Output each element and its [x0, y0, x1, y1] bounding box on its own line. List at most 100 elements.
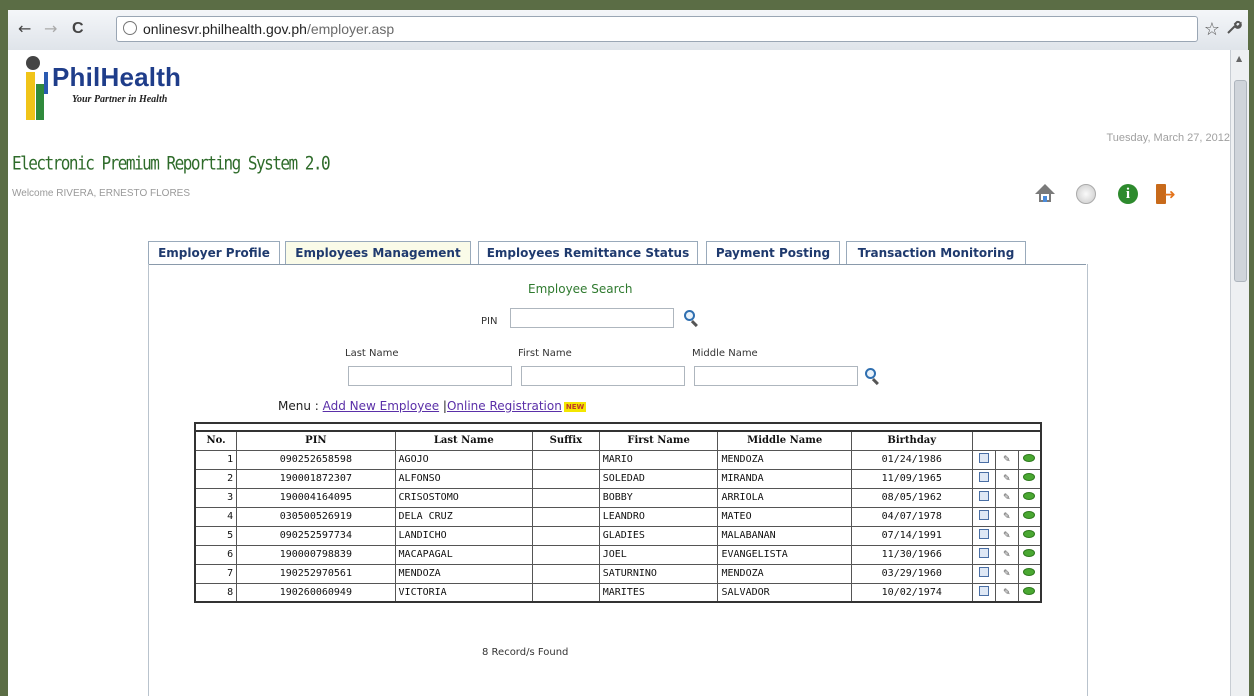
edit-record-icon[interactable] [978, 529, 989, 539]
address-bar[interactable]: onlinesvr.philhealth.gov.ph/employer.asp [116, 16, 1198, 42]
clock-icon[interactable] [1074, 182, 1098, 206]
cell-no: 3 [194, 487, 238, 508]
edit-record-icon[interactable] [978, 510, 989, 520]
view-record-icon[interactable] [1023, 549, 1036, 557]
cell-suffix [532, 563, 600, 584]
view-record-icon[interactable] [1023, 511, 1036, 519]
edit-record-cell[interactable] [971, 487, 996, 508]
cell-no: 7 [194, 563, 238, 584]
pencil-icon[interactable]: ✎ [1003, 510, 1010, 521]
clock-face [1076, 184, 1096, 204]
tab-transaction-monitoring[interactable]: Transaction Monitoring [846, 241, 1026, 264]
view-record-cell[interactable] [1017, 449, 1042, 470]
view-record-cell[interactable] [1017, 525, 1042, 546]
name-search-icon[interactable] [865, 368, 881, 386]
cell-first-name: SATURNINO [598, 563, 719, 584]
edit-record-cell[interactable] [971, 525, 996, 546]
pencil-cell[interactable]: ✎ [994, 449, 1019, 470]
edit-record-cell[interactable] [971, 544, 996, 565]
pencil-icon[interactable]: ✎ [1003, 529, 1010, 540]
edit-record-icon[interactable] [978, 548, 989, 558]
edit-record-cell[interactable] [971, 506, 996, 527]
table-row: 3 190004164095 CRISOSTOMO BOBBY ARRIOLA 08/05… [194, 487, 1042, 508]
pencil-cell[interactable]: ✎ [994, 582, 1019, 603]
view-record-icon[interactable] [1023, 492, 1036, 500]
pin-label: PIN [481, 316, 498, 327]
tab-employees-management[interactable]: Employees Management [285, 241, 471, 264]
cell-pin: 190000798839 [236, 544, 396, 565]
home-roof [1035, 184, 1055, 194]
edit-record-icon[interactable] [978, 491, 989, 501]
pencil-icon[interactable]: ✎ [1003, 548, 1010, 559]
menu-separator: | [439, 399, 447, 413]
edit-record-cell[interactable] [971, 563, 996, 584]
pencil-cell[interactable]: ✎ [994, 544, 1019, 565]
view-record-cell[interactable] [1017, 487, 1042, 508]
philhealth-logo[interactable]: PhilHealth Your Partner in Health [20, 54, 240, 124]
vertical-scrollbar[interactable]: ▲ [1230, 50, 1249, 696]
edit-record-icon[interactable] [978, 453, 989, 463]
view-record-cell[interactable] [1017, 563, 1042, 584]
logo-mark-head [26, 56, 40, 70]
home-icon[interactable] [1033, 182, 1057, 206]
view-record-icon[interactable] [1023, 586, 1036, 595]
edit-record-icon[interactable] [978, 585, 989, 596]
tab-employees-remittance-status[interactable]: Employees Remittance Status [478, 241, 698, 264]
pencil-cell[interactable]: ✎ [994, 487, 1019, 508]
pencil-cell[interactable]: ✎ [994, 563, 1019, 584]
cell-birthday: 01/24/1986 [850, 449, 973, 470]
view-record-icon[interactable] [1023, 568, 1036, 576]
cell-suffix [532, 487, 600, 508]
forward-button[interactable]: → [44, 20, 57, 38]
pin-input[interactable] [510, 308, 674, 328]
bookmark-star-icon[interactable]: ☆ [1204, 19, 1220, 40]
tab-employer-profile[interactable]: Employer Profile [148, 241, 280, 264]
cell-birthday: 08/05/1962 [850, 487, 973, 508]
table-row: 8 190260060949 VICTORIA MARITES SALVADOR 10/0… [194, 582, 1042, 603]
pencil-icon[interactable]: ✎ [1003, 472, 1010, 483]
view-record-icon[interactable] [1023, 473, 1036, 481]
edit-record-icon[interactable] [978, 567, 989, 577]
pencil-cell[interactable]: ✎ [994, 525, 1019, 546]
back-button[interactable]: ← [18, 20, 31, 38]
pencil-icon[interactable]: ✎ [1003, 453, 1010, 464]
home-door [1043, 196, 1047, 202]
middle-name-label: Middle Name [692, 348, 758, 359]
pin-search-icon[interactable] [684, 310, 700, 328]
reload-button[interactable]: C [72, 20, 84, 38]
edit-record-cell[interactable] [971, 582, 996, 603]
add-new-employee-link[interactable]: Add New Employee [323, 399, 439, 413]
view-record-cell[interactable] [1017, 582, 1042, 603]
info-icon[interactable]: i [1116, 182, 1140, 206]
edit-record-cell[interactable] [971, 449, 996, 470]
view-record-cell[interactable] [1017, 468, 1042, 489]
col-header-first-name: First Name [598, 430, 719, 451]
col-header-actions [971, 430, 1042, 451]
edit-record-cell[interactable] [971, 468, 996, 489]
cell-no: 4 [194, 506, 238, 527]
cell-first-name: BOBBY [598, 487, 719, 508]
view-record-icon[interactable] [1023, 530, 1036, 538]
cell-suffix [532, 506, 600, 527]
tab-payment-posting[interactable]: Payment Posting [706, 241, 840, 264]
view-record-cell[interactable] [1017, 506, 1042, 527]
middle-name-input[interactable] [694, 366, 858, 386]
view-record-cell[interactable] [1017, 544, 1042, 565]
scroll-up-arrow-icon[interactable]: ▲ [1236, 54, 1242, 63]
edit-record-icon[interactable] [978, 472, 989, 482]
view-record-icon[interactable] [1023, 454, 1036, 462]
welcome-text: Welcome RIVERA, ERNESTO FLORES [12, 188, 191, 199]
cell-middle-name: SALVADOR [717, 582, 852, 603]
col-header-birthday: Birthday [850, 430, 973, 451]
pencil-cell[interactable]: ✎ [994, 506, 1019, 527]
pencil-icon[interactable]: ✎ [1003, 567, 1010, 578]
pencil-cell[interactable]: ✎ [994, 468, 1019, 489]
logout-icon[interactable]: ➜ [1154, 182, 1178, 206]
scrollbar-thumb[interactable] [1234, 80, 1247, 282]
wrench-icon[interactable] [1226, 19, 1242, 39]
online-registration-link[interactable]: Online Registration [447, 399, 562, 413]
pencil-icon[interactable]: ✎ [1003, 491, 1010, 502]
pencil-icon[interactable]: ✎ [1003, 586, 1010, 597]
last-name-input[interactable] [348, 366, 512, 386]
first-name-input[interactable] [521, 366, 685, 386]
